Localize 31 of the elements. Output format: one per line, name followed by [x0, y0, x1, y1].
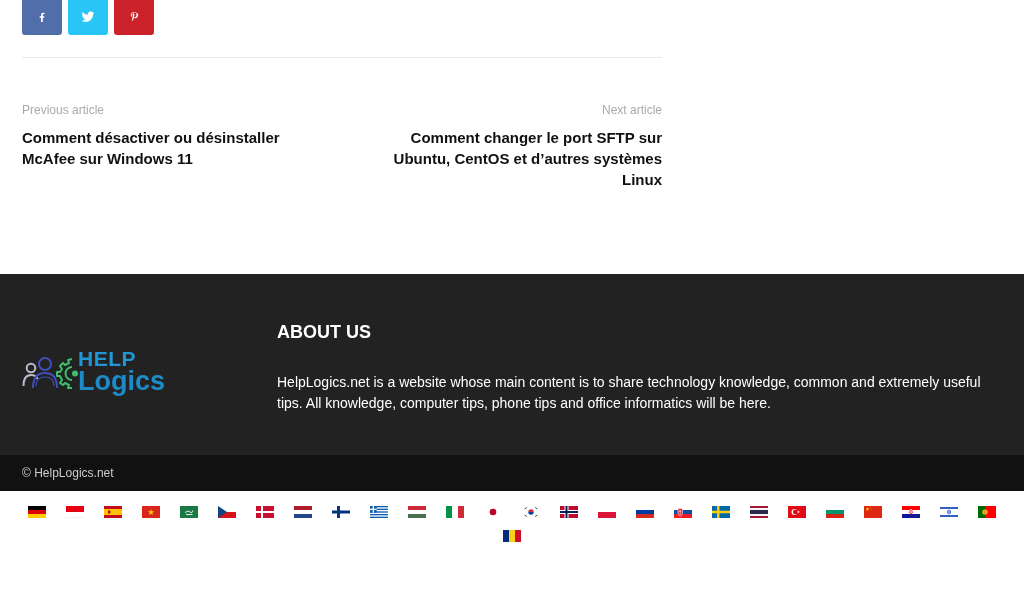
logo-text: HELP Logics	[78, 350, 165, 395]
vietnam-flag-icon[interactable]	[142, 506, 160, 518]
czechia-flag-icon[interactable]	[218, 506, 236, 518]
germany-flag-icon[interactable]	[28, 506, 46, 518]
norway-flag-icon[interactable]	[560, 506, 578, 518]
portugal-flag-icon[interactable]	[978, 506, 996, 518]
croatia-flag-icon[interactable]	[902, 506, 920, 518]
korea-flag-icon[interactable]	[522, 506, 540, 518]
next-article-link[interactable]: Comment changer le port SFTP sur Ubuntu, CentOS et d’autres systèmes Linux	[372, 127, 662, 190]
italy-flag-icon[interactable]	[446, 506, 464, 518]
slovakia-flag-icon[interactable]	[674, 506, 692, 518]
spain-flag-icon[interactable]	[104, 506, 122, 518]
bird-icon	[81, 9, 95, 24]
thailand-flag-icon[interactable]	[750, 506, 768, 518]
denmark-flag-icon[interactable]	[256, 506, 274, 518]
about-text: HelpLogics.net is a website whose main content is to share technology knowledge, common and extremely useful tips. All knowledge, computer tips, phone tips and office informatics will be here.	[277, 373, 982, 413]
pinterest-icon	[128, 10, 140, 23]
saudi-flag-icon[interactable]	[180, 506, 198, 518]
previous-article-label: Previous article	[22, 102, 106, 119]
romania-flag-icon[interactable]	[503, 530, 521, 542]
finland-flag-icon[interactable]	[332, 506, 350, 518]
previous-article-link[interactable]: Comment désactiver ou désinstaller McAfee sur Windows 11	[22, 127, 312, 169]
israel-flag-icon[interactable]	[940, 506, 958, 518]
sweden-flag-icon[interactable]	[712, 506, 730, 518]
netherlands-flag-icon[interactable]	[294, 506, 312, 518]
next-article-label: Next article	[601, 102, 662, 119]
copyright-text: © HelpLogics.net	[22, 465, 114, 482]
greece-flag-icon[interactable]	[370, 506, 388, 518]
hungary-flag-icon[interactable]	[408, 506, 426, 518]
about-heading: ABOUT US	[277, 321, 372, 343]
turkey-flag-icon[interactable]	[788, 506, 806, 518]
